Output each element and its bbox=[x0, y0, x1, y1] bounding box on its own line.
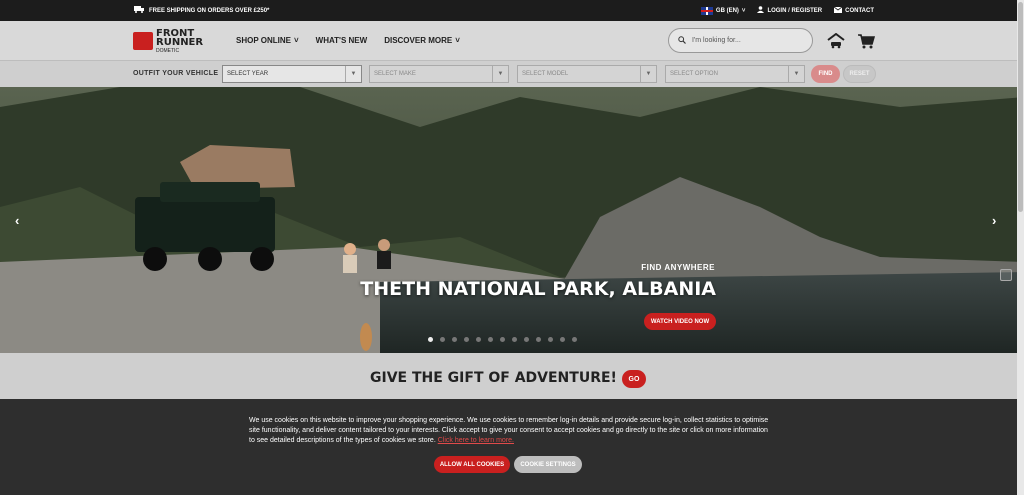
chevron-down-icon: ˅ bbox=[741, 7, 746, 14]
hero-title: THETH NATIONAL PARK, ALBANIA bbox=[360, 278, 716, 300]
mail-icon bbox=[833, 6, 843, 15]
locale-selector[interactable]: GB (EN) ˅ bbox=[700, 6, 746, 15]
chevron-down-icon: ▼ bbox=[345, 66, 361, 82]
cart-icon[interactable] bbox=[856, 31, 875, 50]
select-make[interactable]: SELECT MAKE ▼ bbox=[369, 65, 509, 83]
outfit-vehicle-label: OUTFIT YOUR VEHICLE bbox=[133, 70, 219, 77]
carousel-dot[interactable] bbox=[548, 337, 553, 342]
learn-more-link[interactable]: Click here to learn more. bbox=[438, 437, 514, 444]
carousel-dot[interactable] bbox=[512, 337, 517, 342]
carousel-dot[interactable] bbox=[452, 337, 457, 342]
carousel-dot[interactable] bbox=[536, 337, 541, 342]
chevron-down-icon: ▼ bbox=[640, 66, 656, 82]
hero-image bbox=[0, 87, 1024, 353]
page-scrollbar[interactable] bbox=[1017, 0, 1024, 495]
nav-shop-online[interactable]: SHOP ONLINE ˅ bbox=[236, 36, 299, 45]
carousel-dot[interactable] bbox=[464, 337, 469, 342]
gift-banner: GIVE THE GIFT OF ADVENTURE! GO bbox=[0, 353, 1024, 399]
gift-title: GIVE THE GIFT OF ADVENTURE! bbox=[370, 370, 617, 386]
nav-label: DISCOVER MORE bbox=[384, 36, 453, 45]
carousel-dot[interactable] bbox=[428, 337, 433, 342]
chevron-down-icon: ˅ bbox=[293, 36, 299, 45]
hero-carousel: ‹ › FIND ANYWHERE THETH NATIONAL PARK, A… bbox=[0, 87, 1024, 353]
shipping-notice: FREE SHIPPING ON ORDERS OVER £250* bbox=[134, 6, 269, 15]
chevron-down-icon: ▼ bbox=[788, 66, 804, 82]
main-header: FRONT RUNNER DOMETIC SHOP ONLINE ˅ WHAT'… bbox=[0, 21, 1024, 60]
select-value: SELECT YEAR bbox=[227, 71, 269, 77]
contact-label: CONTACT bbox=[845, 7, 874, 14]
logo-line-2: RUNNER bbox=[156, 36, 204, 48]
carousel-dot[interactable] bbox=[572, 337, 577, 342]
carousel-dots bbox=[428, 337, 577, 342]
carousel-dot[interactable] bbox=[488, 337, 493, 342]
locale-label: GB (EN) bbox=[715, 7, 739, 14]
top-bar: FREE SHIPPING ON ORDERS OVER £250* GB (E… bbox=[0, 0, 1024, 21]
shipping-text: FREE SHIPPING ON ORDERS OVER £250* bbox=[149, 7, 270, 14]
main-nav: SHOP ONLINE ˅ WHAT'S NEW DISCOVER MORE ˅ bbox=[236, 36, 460, 45]
carousel-dot[interactable] bbox=[476, 337, 481, 342]
nav-label: SHOP ONLINE bbox=[236, 36, 291, 45]
chevron-down-icon: ˅ bbox=[455, 36, 460, 45]
nav-label: WHAT'S NEW bbox=[315, 36, 368, 45]
outfit-vehicle-bar: OUTFIT YOUR VEHICLE SELECT YEAR ▼ SELECT… bbox=[0, 60, 1024, 87]
side-widget-icon[interactable] bbox=[1000, 269, 1012, 281]
truck-icon bbox=[134, 6, 145, 15]
select-value: SELECT MAKE bbox=[374, 71, 416, 77]
logo-sub: DOMETIC bbox=[156, 47, 180, 54]
search-placeholder: I'm looking for... bbox=[692, 37, 741, 44]
carousel-next-button[interactable]: › bbox=[992, 213, 996, 228]
find-button[interactable]: FIND bbox=[811, 65, 840, 83]
logo-mark-icon bbox=[133, 32, 153, 50]
watch-video-button[interactable]: WATCH VIDEO NOW bbox=[644, 313, 716, 330]
allow-all-cookies-button[interactable]: ALLOW ALL COOKIES bbox=[434, 456, 510, 473]
nav-discover-more[interactable]: DISCOVER MORE ˅ bbox=[384, 36, 460, 45]
carousel-prev-button[interactable]: ‹ bbox=[15, 213, 19, 228]
login-label: LOGIN / REGISTER bbox=[767, 7, 823, 14]
user-icon bbox=[757, 6, 765, 15]
scrollbar-thumb[interactable] bbox=[1018, 2, 1023, 212]
search-icon bbox=[678, 35, 686, 46]
login-link[interactable]: LOGIN / REGISTER bbox=[757, 6, 822, 15]
select-year[interactable]: SELECT YEAR ▼ bbox=[222, 65, 362, 83]
carousel-dot[interactable] bbox=[440, 337, 445, 342]
select-value: SELECT MODEL bbox=[522, 71, 569, 77]
search-box[interactable]: I'm looking for... bbox=[668, 28, 813, 53]
nav-whats-new[interactable]: WHAT'S NEW bbox=[316, 36, 368, 45]
carousel-dot[interactable] bbox=[524, 337, 529, 342]
cookie-banner: We use cookies on this website to improv… bbox=[0, 399, 1024, 495]
contact-link[interactable]: CONTACT bbox=[833, 6, 874, 15]
front-runner-logo[interactable]: FRONT RUNNER DOMETIC bbox=[133, 26, 209, 56]
garage-icon[interactable] bbox=[826, 31, 845, 50]
carousel-dot[interactable] bbox=[560, 337, 565, 342]
cookie-message: We use cookies on this website to improv… bbox=[249, 416, 774, 446]
select-model[interactable]: SELECT MODEL ▼ bbox=[517, 65, 657, 83]
reset-button[interactable]: RESET bbox=[843, 65, 876, 83]
chevron-down-icon: ▼ bbox=[492, 66, 508, 82]
carousel-dot[interactable] bbox=[500, 337, 505, 342]
uk-flag-icon bbox=[700, 6, 713, 15]
hero-kicker: FIND ANYWHERE bbox=[641, 263, 715, 272]
select-option[interactable]: SELECT OPTION ▼ bbox=[665, 65, 805, 83]
gift-go-button[interactable]: GO bbox=[622, 370, 646, 388]
select-value: SELECT OPTION bbox=[670, 71, 718, 77]
cookie-settings-button[interactable]: COOKIE SETTINGS bbox=[514, 456, 582, 473]
